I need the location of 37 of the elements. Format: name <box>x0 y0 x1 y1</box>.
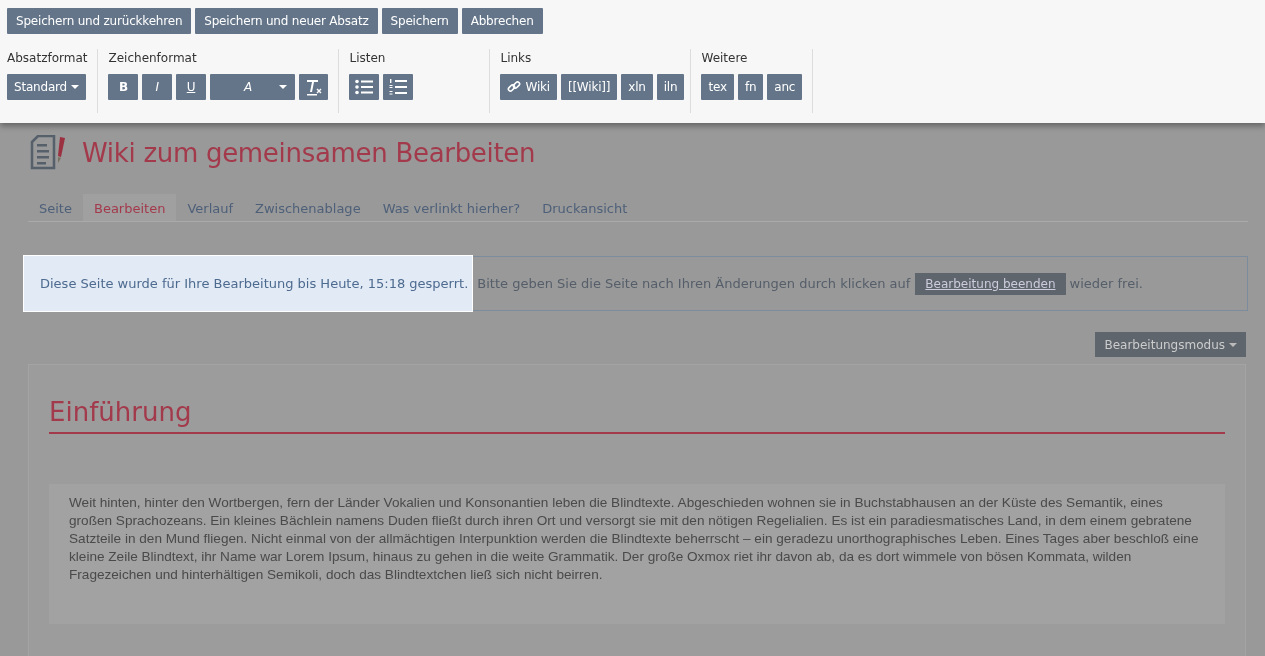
section-heading: Einführung <box>49 397 1225 434</box>
insert-button[interactable]: xln <box>621 74 653 100</box>
group-label: Listen <box>349 50 387 67</box>
action-button[interactable]: Abbrechen <box>461 8 543 34</box>
paragraph: Weit hinten, hinter den Wortbergen, fern der Länder Vokalien und Konsonantien leben die Blindtexte. Abgeschieden wohnen sie in Buchstabhausen an der Küste des Semantik, eines großen Sprachozeans. Ein kleines Bächlein namens Duden fließt durch ihren Ort und versorgt sie mit den nötigen Regelialien. Es ist ein paradiesmatisches Land, in dem einem gebratene Satzteile in den Mund fliegen. Nicht einmal von der allmächtigen Interpunktion werden die Blindtexte beherrscht – ein geradezu unorthographisches Leben. Eines Tages aber beschloß eine kleine Zeile Blindtext, ihr Name war Lorem Ipsum, hinaus zu gehen in die weite Grammatik. Der große Oxmox riet ihr davon ab, da es dort wimmele von bösen Kommata, wilden Fragezeichen und hinterhältigen Semikoli, doch das Blindtextchen ließ sich nicht beirren. <box>69 494 1200 584</box>
notice-text: wieder frei. <box>1069 276 1143 291</box>
bullet-list-icon <box>355 79 374 95</box>
group-label: Links <box>500 50 533 67</box>
group-label: Zeichenformat <box>108 50 198 67</box>
insert-button[interactable]: [[Wiki]] <box>560 74 618 100</box>
action-button[interactable]: Speichern <box>381 8 458 34</box>
link-icon <box>507 80 522 94</box>
group-label: Absatzformat <box>7 50 88 67</box>
tab[interactable]: Bearbeiten <box>82 194 177 221</box>
numbered-list-button[interactable] <box>383 74 414 100</box>
bold-button[interactable]: B <box>108 74 139 100</box>
bullet-list-button[interactable] <box>349 74 380 100</box>
mode-dropdown[interactable]: Bearbeitungsmodus <box>1095 332 1246 357</box>
italic-button[interactable]: I <box>142 74 173 100</box>
insert-button[interactable]: anc <box>767 74 803 100</box>
group-label: Weitere <box>701 50 749 67</box>
action-button[interactable]: Speichern und zurückkehren <box>7 8 192 34</box>
action-button[interactable]: Speichern und neuer Absatz <box>195 8 378 34</box>
numbered-list-icon <box>389 78 408 96</box>
clear-format-icon <box>304 78 323 96</box>
lock-message: Diese Seite wurde für Ihre Bearbeitung bis Heute, 15:18 gesperrt. <box>23 255 474 312</box>
font-dropdown[interactable]: A <box>209 74 295 100</box>
insert-button[interactable]: iln <box>656 74 685 100</box>
notice-text: Bitte geben Sie die Seite nach Ihren Änderungen durch klicken auf <box>477 276 911 291</box>
end-editing-button[interactable]: Bearbeitung beenden <box>915 272 1066 295</box>
clear-format-button[interactable] <box>298 74 329 100</box>
underline-button[interactable]: U <box>176 74 206 100</box>
link-button[interactable]: Wiki <box>500 74 557 100</box>
page-title: Wiki zum gemeinsamen Bearbeiten <box>82 138 536 168</box>
insert-button[interactable]: fn <box>737 74 764 100</box>
insert-button[interactable]: tex <box>701 74 734 100</box>
format-dropdown[interactable]: Standard <box>7 74 86 100</box>
